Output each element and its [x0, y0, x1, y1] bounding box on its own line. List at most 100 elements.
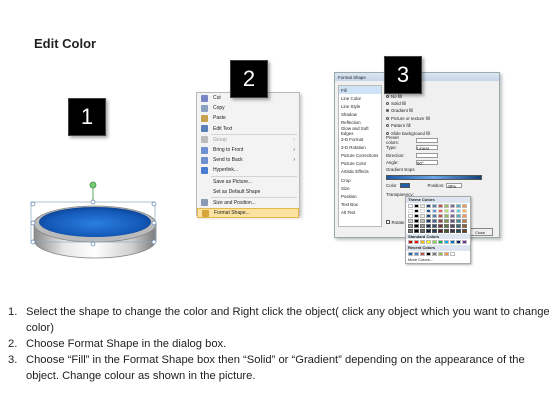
fill-option[interactable]: Pattern fill — [386, 122, 498, 129]
color-swatch[interactable] — [432, 240, 437, 244]
color-swatch[interactable] — [444, 223, 449, 228]
color-swatch[interactable] — [456, 208, 461, 213]
color-swatch[interactable] — [450, 213, 455, 218]
color-swatch[interactable] — [456, 223, 461, 228]
nav-item[interactable]: 3-D Rotation — [339, 143, 381, 151]
color-swatch[interactable] — [444, 213, 449, 218]
position-field[interactable]: 49% — [446, 182, 463, 189]
nav-item[interactable]: Text Box — [339, 201, 381, 209]
menu-item-set-as-default-shape[interactable]: Set as Default Shape — [197, 187, 299, 197]
color-swatch[interactable] — [450, 240, 455, 244]
color-swatch[interactable] — [426, 223, 431, 228]
nav-item[interactable]: Shadow — [339, 111, 381, 119]
color-swatch[interactable] — [420, 208, 425, 213]
color-swatch[interactable] — [444, 240, 449, 244]
color-swatch[interactable] — [426, 251, 431, 256]
color-swatch[interactable] — [456, 203, 461, 208]
color-swatch[interactable] — [438, 218, 443, 223]
menu-item-bring-to-front[interactable]: Bring to Front › — [197, 145, 299, 155]
nav-item[interactable]: Fill — [339, 86, 381, 95]
field-value[interactable]: Linear — [416, 145, 438, 151]
color-swatch[interactable] — [444, 251, 449, 256]
radio-button[interactable] — [386, 94, 389, 98]
color-swatch[interactable] — [438, 223, 443, 228]
fill-option[interactable]: Picture or texture fill — [386, 115, 498, 122]
nav-item[interactable]: Line Color — [339, 94, 381, 102]
color-swatch[interactable] — [426, 208, 431, 213]
color-swatch[interactable] — [450, 203, 455, 208]
color-swatch[interactable] — [408, 203, 413, 208]
color-swatch[interactable] — [438, 213, 443, 218]
menu-item-group[interactable]: Group › — [197, 135, 299, 145]
gradient-stops-bar[interactable] — [386, 174, 482, 180]
menu-item-send-to-back[interactable]: Send to Back › — [197, 155, 299, 165]
nav-item[interactable]: Position — [339, 192, 381, 200]
color-swatch[interactable] — [444, 218, 449, 223]
color-swatch[interactable] — [420, 223, 425, 228]
fill-option[interactable]: Solid fill — [386, 100, 498, 107]
color-swatch[interactable] — [450, 218, 455, 223]
nav-item[interactable]: Glow and Soft Edges — [339, 126, 381, 136]
color-swatch[interactable] — [432, 213, 437, 218]
color-swatch[interactable] — [438, 251, 443, 256]
color-swatch[interactable] — [420, 213, 425, 218]
color-swatch[interactable] — [444, 203, 449, 208]
color-swatch[interactable] — [426, 213, 431, 218]
color-swatch[interactable] — [456, 213, 461, 218]
nav-item[interactable]: Crop — [339, 176, 381, 184]
nav-item[interactable]: Line Style — [339, 102, 381, 110]
color-swatch[interactable] — [414, 208, 419, 213]
color-swatch[interactable] — [432, 223, 437, 228]
radio-button[interactable] — [386, 124, 389, 128]
color-swatch[interactable] — [414, 218, 419, 223]
color-swatch[interactable] — [438, 240, 443, 244]
color-swatch[interactable] — [420, 203, 425, 208]
color-swatch[interactable] — [462, 208, 467, 213]
color-swatch[interactable] — [444, 208, 449, 213]
color-swatch[interactable] — [450, 223, 455, 228]
color-swatch[interactable] — [408, 251, 413, 256]
color-swatch[interactable] — [414, 203, 419, 208]
nav-item[interactable]: Picture Color — [339, 160, 381, 168]
color-swatch[interactable] — [450, 228, 455, 233]
color-swatch[interactable] — [426, 228, 431, 233]
nav-item[interactable]: Size — [339, 184, 381, 192]
nav-item[interactable]: Alt Text — [339, 209, 381, 217]
color-swatch[interactable] — [420, 240, 425, 244]
color-swatch[interactable] — [450, 208, 455, 213]
color-picker-button[interactable] — [399, 182, 410, 188]
color-swatch[interactable] — [462, 228, 467, 233]
color-swatch[interactable] — [462, 240, 467, 244]
field-value[interactable] — [416, 152, 438, 158]
color-swatch[interactable] — [408, 240, 413, 244]
rotate-checkbox[interactable] — [386, 220, 390, 224]
color-swatch[interactable] — [462, 213, 467, 218]
color-swatch[interactable] — [462, 218, 467, 223]
color-swatch[interactable] — [426, 218, 431, 223]
color-swatch[interactable] — [414, 223, 419, 228]
fill-option[interactable]: Gradient fill — [386, 107, 498, 114]
color-swatch[interactable] — [432, 228, 437, 233]
color-swatch[interactable] — [432, 251, 437, 256]
color-swatch[interactable] — [450, 251, 455, 256]
color-swatch[interactable] — [432, 208, 437, 213]
color-swatch[interactable] — [438, 208, 443, 213]
menu-item-save-as-picture[interactable]: Save as Picture... — [197, 177, 299, 187]
field-value[interactable] — [416, 137, 438, 143]
color-swatch[interactable] — [432, 203, 437, 208]
radio-button[interactable] — [386, 116, 389, 120]
color-swatch[interactable] — [462, 223, 467, 228]
field-value[interactable]: 90° — [416, 160, 438, 166]
color-swatch[interactable] — [456, 228, 461, 233]
color-swatch[interactable] — [420, 251, 425, 256]
selected-cylinder-shape[interactable] — [30, 178, 160, 262]
radio-button[interactable] — [386, 101, 389, 105]
menu-item-size-and-position[interactable]: Size and Position... — [197, 198, 299, 208]
color-swatch[interactable] — [414, 228, 419, 233]
color-swatch[interactable] — [408, 228, 413, 233]
color-swatch[interactable] — [438, 228, 443, 233]
color-swatch[interactable] — [408, 218, 413, 223]
color-swatch[interactable] — [420, 228, 425, 233]
nav-item[interactable]: 3-D Format — [339, 135, 381, 143]
menu-item-format-shape[interactable]: Format Shape... — [197, 208, 299, 219]
